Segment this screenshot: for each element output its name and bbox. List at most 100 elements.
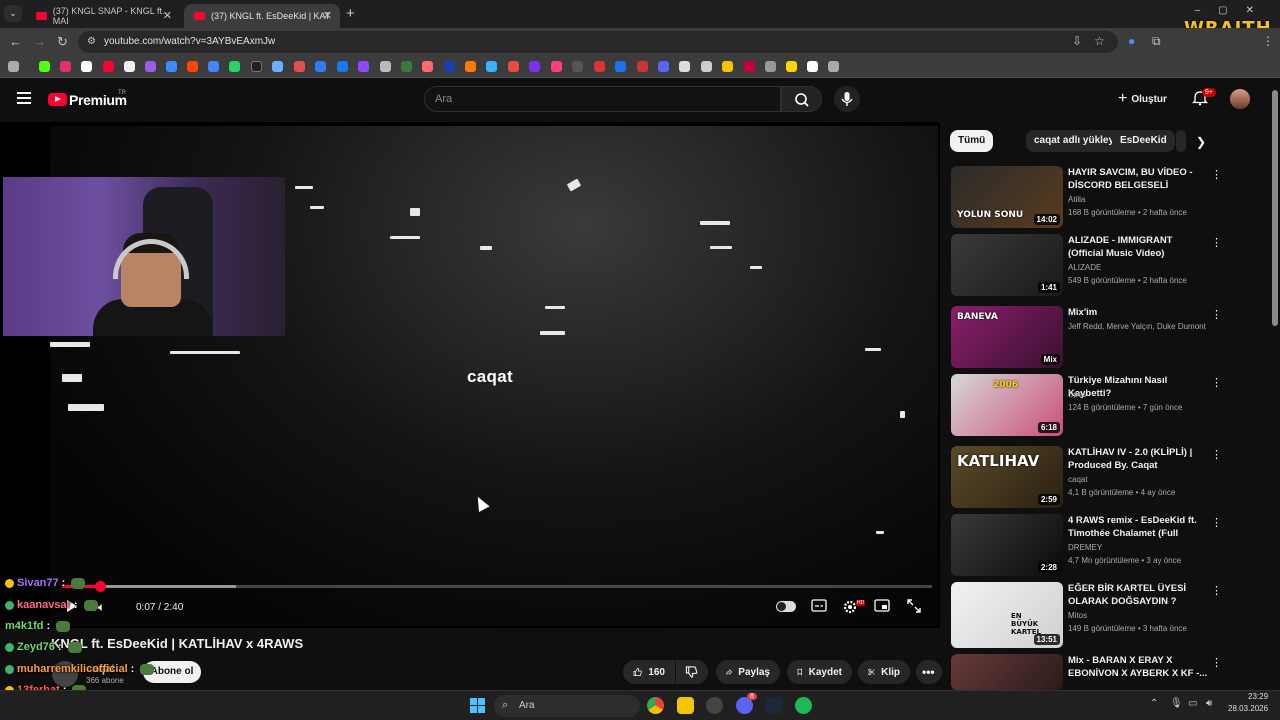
youtube-logo-icon[interactable] <box>48 93 67 106</box>
recommendation-card[interactable]: KATLIHAV 2:59 KATLİHAV IV - 2.0 (KLİPLİ) |… <box>951 446 1222 508</box>
bookmark-icon[interactable] <box>294 61 305 72</box>
miniplayer-icon[interactable] <box>873 599 891 613</box>
fullscreen-icon[interactable] <box>905 599 923 613</box>
recommendation-thumbnail[interactable]: KATLIHAV 2:59 <box>951 446 1063 508</box>
spotify-icon[interactable] <box>795 697 812 714</box>
recommendation-channel[interactable]: Mitos <box>1068 611 1208 620</box>
bookmark-icon[interactable] <box>637 61 648 72</box>
chip-partial[interactable] <box>1176 130 1186 152</box>
recommendation-title[interactable]: ALIZADE - IMMIGRANT (Official Music Vide… <box>1068 234 1208 260</box>
bookmark-icon[interactable] <box>828 61 839 72</box>
autoplay-toggle[interactable] <box>776 601 796 612</box>
windows-start-icon[interactable] <box>470 698 485 713</box>
bookmark-icon[interactable] <box>722 61 733 72</box>
bookmark-icon[interactable] <box>658 61 669 72</box>
browser-tab-1[interactable]: (37) KNGL SNAP - KNGL ft. MAI ✕ <box>26 4 180 28</box>
recommendation-channel[interactable]: Jeff Redd, Merve Yalçın, Duke Dumont ve.… <box>1068 322 1208 331</box>
bookmark-star-icon[interactable]: ☆ <box>1094 34 1105 48</box>
recommendation-thumbnail[interactable]: EN BÜYÜK KARTEL 13:51 <box>951 582 1063 648</box>
recommendation-channel[interactable]: ALIZADE <box>1068 263 1208 272</box>
more-options-icon[interactable]: ⋮ <box>1211 236 1222 249</box>
browser-tab-2[interactable]: (37) KNGL ft. EsDeeKid | KAT ✕ <box>184 4 340 28</box>
clip-button[interactable]: Klip <box>858 660 910 684</box>
bookmark-instagram-icon[interactable] <box>60 61 71 72</box>
bookmark-icon[interactable] <box>807 61 818 72</box>
bookmark-icon[interactable] <box>529 61 540 72</box>
clock-date[interactable]: 28.03.2026 <box>1228 704 1268 713</box>
bookmark-reddit-icon[interactable] <box>187 61 198 72</box>
recommendation-title[interactable]: Mix'im <box>1068 306 1208 319</box>
clock-time[interactable]: 23:29 <box>1248 692 1268 701</box>
search-button[interactable] <box>781 86 822 112</box>
recommendation-card[interactable]: YOLUN SONU 14:02 HAYIR SAVCIM, BU VİDEO - … <box>951 166 1222 228</box>
menu-icon[interactable] <box>17 92 31 104</box>
recommendation-title[interactable]: 4 RAWS remix - EsDeeKid ft. Timothée Cha… <box>1068 514 1208 540</box>
bookmark-icon[interactable] <box>145 61 156 72</box>
taskbar-app-icon[interactable] <box>706 697 723 714</box>
bookmark-icon[interactable] <box>594 61 605 72</box>
more-actions-button[interactable]: ••• <box>916 660 942 684</box>
recommendation-thumbnail[interactable]: 2:28 <box>951 514 1063 576</box>
bookmark-icon[interactable] <box>272 61 283 72</box>
microphone-tray-icon[interactable]: 🎙︎ <box>1170 698 1183 709</box>
chrome-menu-icon[interactable]: ⋮ <box>1262 34 1274 48</box>
bookmark-icon[interactable] <box>786 61 797 72</box>
tray-chevron-icon[interactable]: ⌃ <box>1150 698 1158 709</box>
volume-tray-icon[interactable]: 🔊︎ <box>1206 698 1212 709</box>
more-options-icon[interactable]: ⋮ <box>1211 584 1222 597</box>
address-bar[interactable]: ⚙ youtube.com/watch?v=3AYBvEAxmJw <box>78 31 1118 53</box>
volume-icon[interactable]: 🔈︎ <box>98 600 105 615</box>
bookmark-icon[interactable] <box>551 61 562 72</box>
more-options-icon[interactable]: ⋮ <box>1211 308 1222 321</box>
apps-grid-icon[interactable] <box>8 61 19 72</box>
subtitles-icon[interactable] <box>810 599 828 613</box>
file-explorer-icon[interactable] <box>677 697 694 714</box>
more-options-icon[interactable]: ⋮ <box>1211 656 1222 669</box>
bookmark-facebook-icon[interactable] <box>337 61 348 72</box>
recommendation-channel[interactable]: Atilla <box>1068 195 1208 204</box>
bookmark-icon[interactable] <box>422 61 433 72</box>
search-input[interactable]: Ara <box>424 86 781 112</box>
site-info-icon[interactable]: ⚙ <box>87 36 96 47</box>
bookmark-icon[interactable] <box>166 61 177 72</box>
bookmark-icon[interactable] <box>744 61 755 72</box>
url-text[interactable]: youtube.com/watch?v=3AYBvEAxmJw <box>104 36 275 47</box>
save-button[interactable]: Kaydet <box>787 660 852 684</box>
bookmark-icon[interactable] <box>380 61 391 72</box>
dislike-button[interactable] <box>676 660 708 684</box>
recommendation-card[interactable]: BANEVA Mix Mix'im Jeff Redd, Merve Yalçın, … <box>951 306 1222 368</box>
bookmark-icon[interactable] <box>486 61 497 72</box>
recommendation-card[interactable]: 1:41 ALIZADE - IMMIGRANT (Official Music … <box>951 234 1222 296</box>
network-icon[interactable]: ▭ <box>1188 698 1197 709</box>
recommendation-card[interactable]: EN BÜYÜK KARTEL 13:51 EĞER BİR KARTEL ÜYES… <box>951 582 1222 648</box>
tab-search-button[interactable]: ⌄ <box>4 5 22 22</box>
share-button[interactable]: Paylaş <box>716 660 780 684</box>
bookmark-icon[interactable] <box>701 61 712 72</box>
page-scrollbar[interactable] <box>1272 90 1278 326</box>
recommendation-card[interactable]: 2006 6:18 Türkiye Mizahını Nasıl Kaybetti?… <box>951 374 1222 436</box>
more-options-icon[interactable]: ⋮ <box>1211 376 1222 389</box>
bookmark-icon[interactable] <box>572 61 583 72</box>
bookmark-youtube-icon[interactable] <box>103 61 114 72</box>
progress-bar[interactable] <box>62 581 932 592</box>
recommendation-thumbnail[interactable]: YOLUN SONU 14:02 <box>951 166 1063 228</box>
recommendation-title[interactable]: EĞER BİR KARTEL ÜYESİ OLARAK DOĞSAYDIN ? <box>1068 582 1208 608</box>
bookmark-icon[interactable] <box>401 61 412 72</box>
bookmark-icon[interactable] <box>615 61 626 72</box>
close-tab-icon[interactable]: ✕ <box>323 9 332 22</box>
recommendation-thumbnail[interactable] <box>951 654 1063 690</box>
bookmark-icon[interactable] <box>679 61 690 72</box>
bookmark-icon[interactable] <box>465 61 476 72</box>
recommendation-title[interactable]: KATLİHAV IV - 2.0 (KLİPLİ) | Produced By… <box>1068 446 1208 472</box>
chrome-taskbar-icon[interactable] <box>647 697 664 714</box>
video-player[interactable]: caqat 🔈︎ 0:07 / 2:40 HD <box>0 122 940 628</box>
extension-icon[interactable]: ● <box>1128 34 1135 48</box>
more-options-icon[interactable]: ⋮ <box>1211 448 1222 461</box>
close-tab-icon[interactable]: ✕ <box>163 9 172 22</box>
bookmark-icon[interactable] <box>765 61 776 72</box>
recommendation-card[interactable]: 2:28 4 RAWS remix - EsDeeKid ft. Timothée… <box>951 514 1222 576</box>
bookmark-icon[interactable] <box>508 61 519 72</box>
create-button[interactable]: + Oluştur <box>1118 88 1178 110</box>
recommendation-channel[interactable]: Spes <box>1068 390 1208 399</box>
bookmark-whatsapp-icon[interactable] <box>229 61 240 72</box>
